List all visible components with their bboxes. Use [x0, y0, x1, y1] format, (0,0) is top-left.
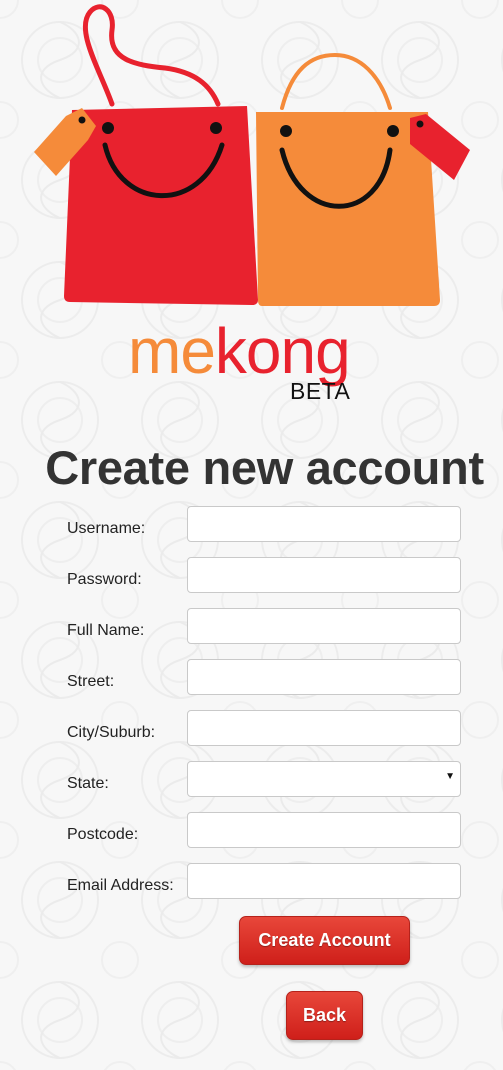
username-row: Username: — [0, 505, 503, 556]
postcode-input[interactable] — [187, 812, 461, 848]
create-account-form: Username: Password: Full Name: Street: C… — [0, 505, 503, 913]
brand-wordmark: mekong — [128, 315, 351, 387]
city-suburb-label: City/Suburb: — [67, 724, 156, 741]
full-name-row: Full Name: — [0, 607, 503, 658]
state-select[interactable]: ▼ — [187, 761, 461, 797]
email-label: Email Address: — [67, 877, 174, 894]
email-input[interactable] — [187, 863, 461, 899]
username-label: Username: — [67, 520, 146, 537]
beta-tag: BETA — [290, 378, 351, 404]
password-input[interactable] — [187, 557, 461, 593]
state-row: State: ▼ — [0, 760, 503, 811]
postcode-label: Postcode: — [67, 826, 139, 843]
postcode-row: Postcode: — [0, 811, 503, 862]
city-suburb-input[interactable] — [187, 710, 461, 746]
state-label: State: — [67, 775, 109, 792]
full-name-input[interactable] — [187, 608, 461, 644]
page-title: Create new account — [45, 441, 484, 494]
brand-name-part2: kong — [214, 315, 351, 387]
username-input[interactable] — [187, 506, 461, 542]
city-suburb-row: City/Suburb: — [0, 709, 503, 760]
brand-name-part1: me — [128, 315, 216, 387]
full-name-label: Full Name: — [67, 622, 145, 639]
street-label: Street: — [67, 673, 115, 690]
password-label: Password: — [67, 571, 142, 588]
back-button[interactable]: Back — [286, 991, 363, 1040]
password-row: Password: — [0, 556, 503, 607]
street-input[interactable] — [187, 659, 461, 695]
caret-down-icon: ▼ — [445, 771, 455, 782]
street-row: Street: — [0, 658, 503, 709]
create-account-button[interactable]: Create Account — [239, 916, 410, 965]
email-row: Email Address: — [0, 862, 503, 913]
